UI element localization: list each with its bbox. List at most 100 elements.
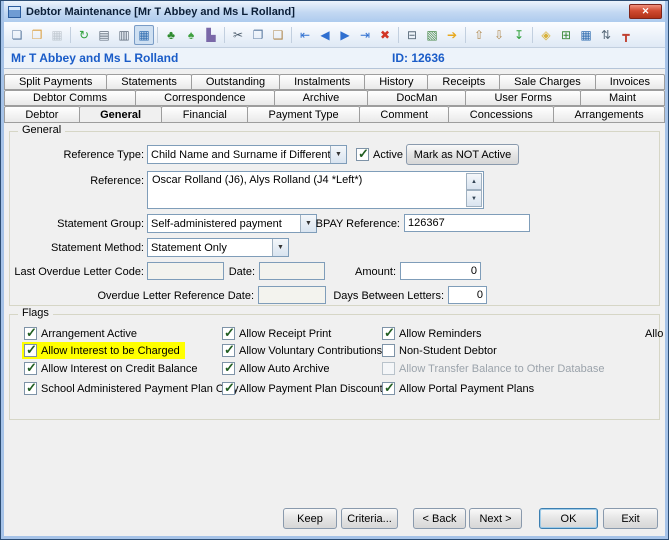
nav-last-icon[interactable]: ⇥ — [355, 25, 375, 45]
tab-sale-charges[interactable]: Sale Charges — [499, 74, 596, 90]
flags-groupbox: Flags Arrangement Active Allow Interest … — [9, 307, 663, 420]
next-button[interactable]: Next > — [469, 508, 522, 529]
checkbox-icon — [382, 344, 395, 357]
flag-allow-interest-to-be-charged[interactable]: Allow Interest to be Charged — [22, 342, 185, 359]
flag-arrangement-active[interactable]: Arrangement Active — [24, 325, 137, 341]
chevron-down-icon[interactable] — [330, 146, 346, 163]
window-title: Debtor Maintenance [Mr T Abbey and Ms L … — [26, 5, 295, 18]
delete-icon[interactable]: ✖ — [375, 25, 395, 45]
flag-clipped-overflow: Allo — [645, 326, 665, 341]
checkbox-icon — [24, 380, 37, 396]
reference-textarea[interactable]: Oscar Rolland (J6), Alys Rolland (J4 *Le… — [147, 171, 484, 209]
toolbar-separator — [157, 26, 158, 43]
target-icon[interactable]: ⊞ — [556, 25, 576, 45]
print-icon[interactable]: ▤ — [94, 25, 114, 45]
statement-group-select[interactable]: Self-administered payment — [147, 214, 317, 233]
tab-correspondence[interactable]: Correspondence — [135, 90, 275, 106]
flag-non-student-debtor[interactable]: Non-Student Debtor — [382, 343, 497, 358]
forward-icon[interactable]: ➔ — [442, 25, 462, 45]
tab-archive[interactable]: Archive — [273, 90, 369, 106]
bpay-reference-field[interactable] — [404, 214, 530, 232]
tab-outstanding[interactable]: Outstanding — [190, 74, 281, 90]
tab-receipts[interactable]: Receipts — [427, 74, 501, 90]
flag-allow-auto-archive[interactable]: Allow Auto Archive — [222, 360, 330, 376]
remove-item-icon[interactable]: ⊟ — [402, 25, 422, 45]
flag-allow-voluntary-contributions[interactable]: Allow Voluntary Contributions — [222, 342, 382, 358]
ok-button[interactable]: OK — [539, 508, 598, 529]
tab-arrangements[interactable]: Arrangements — [553, 106, 665, 123]
flag-allow-interest-on-credit-balance[interactable]: Allow Interest on Credit Balance — [24, 360, 198, 376]
days-between-letters-field[interactable] — [448, 286, 487, 304]
new-document-icon[interactable]: ❏ — [7, 25, 27, 45]
ledger-icon[interactable]: ▧ — [422, 25, 442, 45]
flag-allow-reminders[interactable]: Allow Reminders — [382, 325, 482, 341]
nav-next-icon[interactable]: ▶ — [335, 25, 355, 45]
flag-allow-payment-plan-discount[interactable]: Allow Payment Plan Discount — [222, 380, 383, 396]
amount-label: Amount: — [355, 266, 396, 278]
keep-label: Keep — [297, 512, 323, 525]
refresh-icon[interactable]: ↻ — [74, 25, 94, 45]
pin-icon[interactable]: ┳ — [616, 25, 636, 45]
checkbox-icon — [24, 360, 37, 376]
tab-general[interactable]: General — [78, 106, 163, 123]
active-checkbox[interactable]: Active — [356, 146, 403, 162]
tab-history[interactable]: History — [364, 74, 429, 90]
nav-first-icon[interactable]: ⇤ — [295, 25, 315, 45]
reference-type-select[interactable]: Child Name and Surname if Different — [147, 145, 347, 164]
toolbar-separator — [224, 26, 225, 43]
exit-button[interactable]: Exit — [603, 508, 658, 529]
spinner-up-icon[interactable] — [466, 173, 482, 190]
tab-debtor-comms[interactable]: Debtor Comms — [4, 90, 137, 106]
tab-instalments[interactable]: Instalments — [279, 74, 366, 90]
nav-prev-icon[interactable]: ◀ — [315, 25, 335, 45]
tab-financial[interactable]: Financial — [161, 106, 249, 123]
chevron-down-icon[interactable] — [272, 239, 288, 256]
tree-view-icon[interactable]: ♣ — [161, 25, 181, 45]
mark-not-active-button[interactable]: Mark as NOT Active — [406, 144, 519, 165]
tab-docman[interactable]: DocMan — [367, 90, 467, 106]
tab-user-forms[interactable]: User Forms — [465, 90, 581, 106]
tab-comment[interactable]: Comment — [359, 106, 450, 123]
statement-method-select[interactable]: Statement Only — [147, 238, 289, 257]
keep-button[interactable]: Keep — [283, 508, 337, 529]
app-icon — [8, 5, 21, 18]
data-grid-icon[interactable]: ▦ — [134, 24, 154, 45]
copy-icon[interactable]: ❐ — [248, 25, 268, 45]
flag-allow-receipt-print[interactable]: Allow Receipt Print — [222, 325, 331, 341]
flag-label: Allow Payment Plan Discount — [239, 382, 383, 395]
criteria-button[interactable]: Criteria... — [341, 508, 398, 529]
tab-maint[interactable]: Maint — [579, 90, 665, 106]
tab-invoices[interactable]: Invoices — [594, 74, 666, 90]
flag-school-administered-payment-plan-only[interactable]: School Administered Payment Plan Only — [24, 380, 239, 396]
general-groupbox: General Reference Type: Child Name and S… — [9, 124, 660, 306]
paste-icon[interactable]: ❑ — [268, 25, 288, 45]
amount-field[interactable] — [400, 262, 481, 280]
print-preview-icon[interactable]: ▥ — [114, 25, 134, 45]
reference-spinner[interactable] — [466, 173, 482, 207]
tab-payment-type[interactable]: Payment Type — [247, 106, 361, 123]
tab-debtor[interactable]: Debtor — [4, 106, 80, 123]
export-icon[interactable]: ⇧ — [469, 25, 489, 45]
tab-statements[interactable]: Statements — [106, 74, 192, 90]
spinner-down-icon[interactable] — [466, 190, 482, 207]
tab-split-payments[interactable]: Split Payments — [4, 74, 108, 90]
close-icon[interactable] — [629, 4, 662, 19]
overdue-letter-reference-date-label: Overdue Letter Reference Date: — [97, 290, 254, 302]
flag-allow-portal-payment-plans[interactable]: Allow Portal Payment Plans — [382, 380, 534, 396]
tab-concessions[interactable]: Concessions — [448, 106, 555, 123]
import-icon[interactable]: ⇩ — [489, 25, 509, 45]
tag-icon[interactable]: ◈ — [536, 25, 556, 45]
toolbar-separator — [465, 26, 466, 43]
debtor-maintenance-window: Debtor Maintenance [Mr T Abbey and Ms L … — [0, 0, 669, 540]
sort-icon[interactable]: ⇅ — [596, 25, 616, 45]
download-icon[interactable]: ↧ — [509, 25, 529, 45]
cut-icon[interactable]: ✂ — [228, 25, 248, 45]
back-button[interactable]: < Back — [413, 508, 466, 529]
palm-tree-icon[interactable]: ♠ — [181, 25, 201, 45]
window-grid-icon[interactable]: ▦ — [576, 25, 596, 45]
open-folder-icon[interactable]: ❒ — [27, 25, 47, 45]
checkbox-icon — [222, 380, 235, 396]
checkbox-icon — [222, 325, 235, 341]
chart-icon[interactable]: ▙ — [201, 25, 221, 45]
days-between-letters-label: Days Between Letters: — [333, 290, 444, 302]
